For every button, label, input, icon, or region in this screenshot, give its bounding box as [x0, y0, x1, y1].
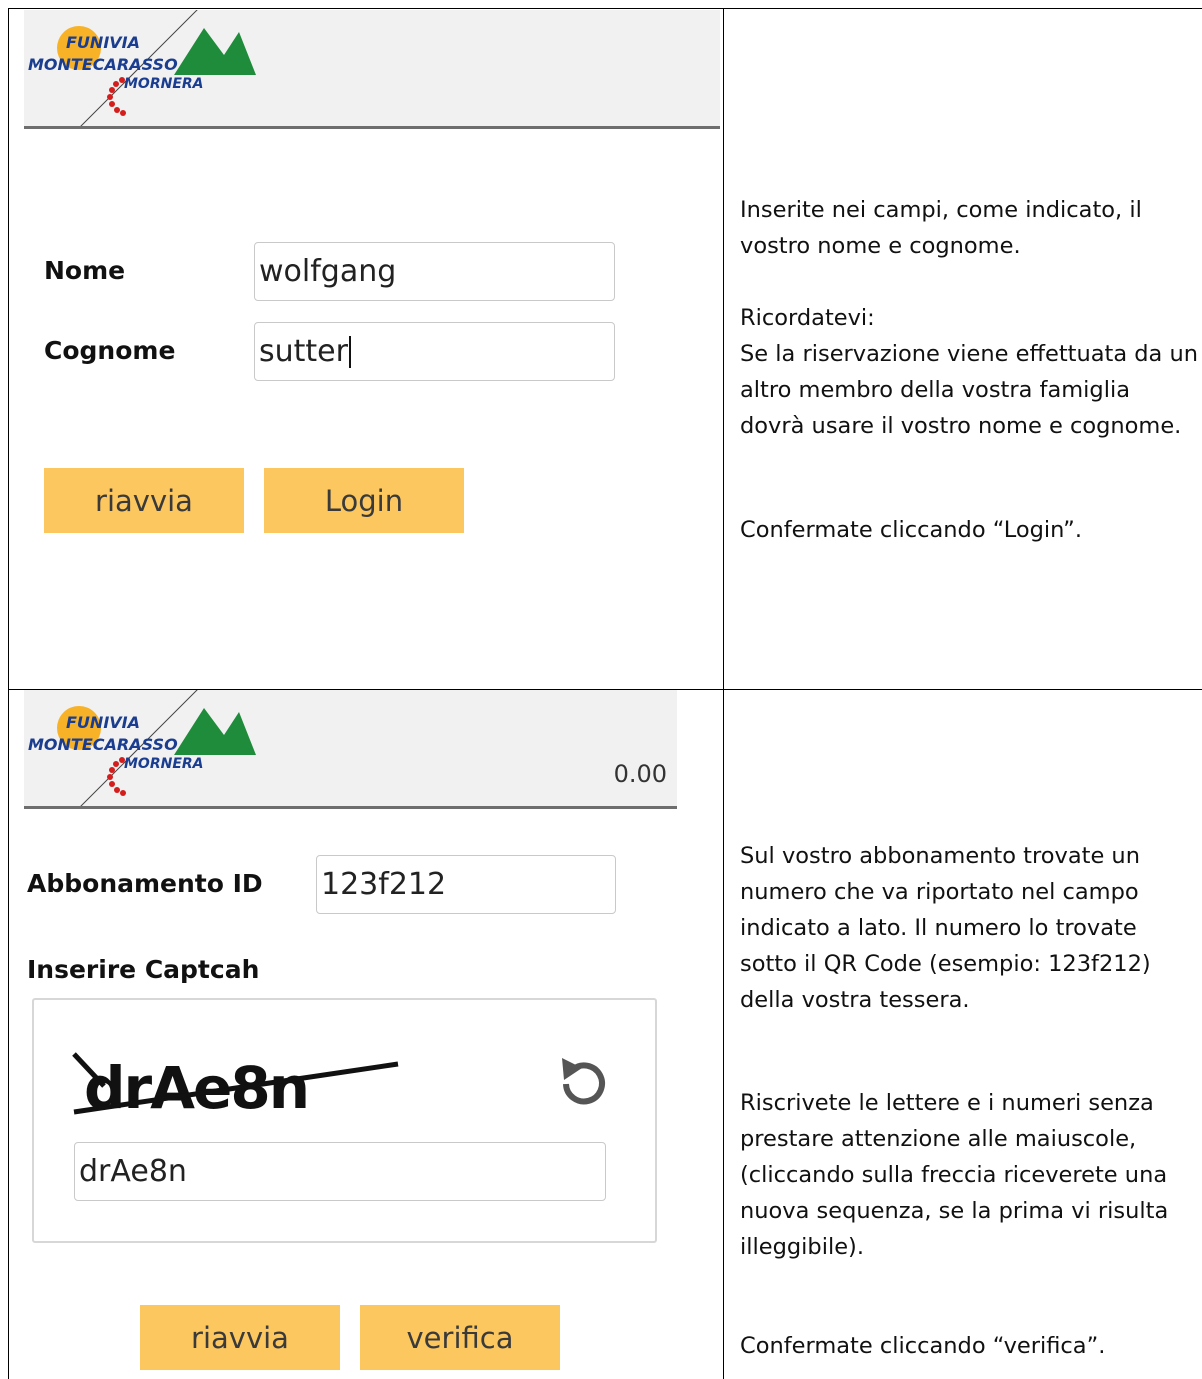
verify-header: FUNIVIA MONTECARASSO MORNERA 0.00 [24, 690, 677, 809]
abbonamento-label: Abbonamento ID [27, 869, 263, 898]
instruction-login-3: Confermate cliccando “Login”. [740, 517, 1082, 543]
nome-label: Nome [44, 256, 126, 285]
instruction-verify-3: Confermate cliccando “verifica”. [740, 1333, 1106, 1359]
logo-line3: MORNERA [124, 756, 204, 772]
cognome-label: Cognome [44, 336, 176, 365]
table-column-divider [723, 8, 724, 1379]
table-top-border [8, 8, 1202, 9]
logo-line2: MONTECARASSO [28, 735, 178, 754]
logo-line1: FUNIVIA [66, 713, 140, 732]
instruction-login-2: Ricordatevi: Se la riservazione viene ef… [740, 305, 1199, 439]
instruction-verify-2: Riscrivete le lettere e i numeri senza p… [740, 1090, 1169, 1260]
login-header: FUNIVIA MONTECARASSO MORNERA [24, 10, 720, 129]
nome-input-value: wolfgang [259, 254, 397, 289]
refresh-icon[interactable] [552, 1052, 616, 1116]
instruction-verify-1: Sul vostro abbonamento trovate un numero… [740, 843, 1151, 1013]
instruction-login-1: Inserite nei campi, come indicato, il vo… [740, 197, 1142, 259]
captcha-label: Inserire Captcah [27, 955, 260, 984]
verify-button[interactable]: verifica [360, 1305, 560, 1370]
abbonamento-input-value: 123f212 [321, 867, 447, 902]
text-cursor [348, 335, 351, 368]
nome-input[interactable]: wolfgang [254, 242, 615, 301]
captcha-image: drAe8n [72, 1052, 399, 1122]
captcha-image-text: drAe8n [84, 1054, 308, 1122]
table-left-border [8, 8, 9, 1379]
abbonamento-input[interactable]: 123f212 [316, 855, 616, 914]
funivia-logo: FUNIVIA MONTECARASSO MORNERA [28, 690, 256, 806]
restart-button[interactable]: riavvia [140, 1305, 340, 1370]
captcha-input-value: drAe8n [79, 1154, 187, 1189]
funivia-logo: FUNIVIA MONTECARASSO MORNERA [28, 10, 256, 126]
cognome-input-value: sutter [259, 334, 348, 369]
login-button[interactable]: Login [264, 468, 464, 533]
captcha-input[interactable]: drAe8n [74, 1142, 606, 1201]
logo-line2: MONTECARASSO [28, 55, 178, 74]
restart-button[interactable]: riavvia [44, 468, 244, 533]
balance-amount: 0.00 [613, 760, 667, 788]
logo-line3: MORNERA [124, 76, 204, 92]
logo-line1: FUNIVIA [66, 33, 140, 52]
captcha-panel: drAe8n drAe8n [32, 998, 657, 1243]
cognome-input[interactable]: sutter [254, 322, 615, 381]
